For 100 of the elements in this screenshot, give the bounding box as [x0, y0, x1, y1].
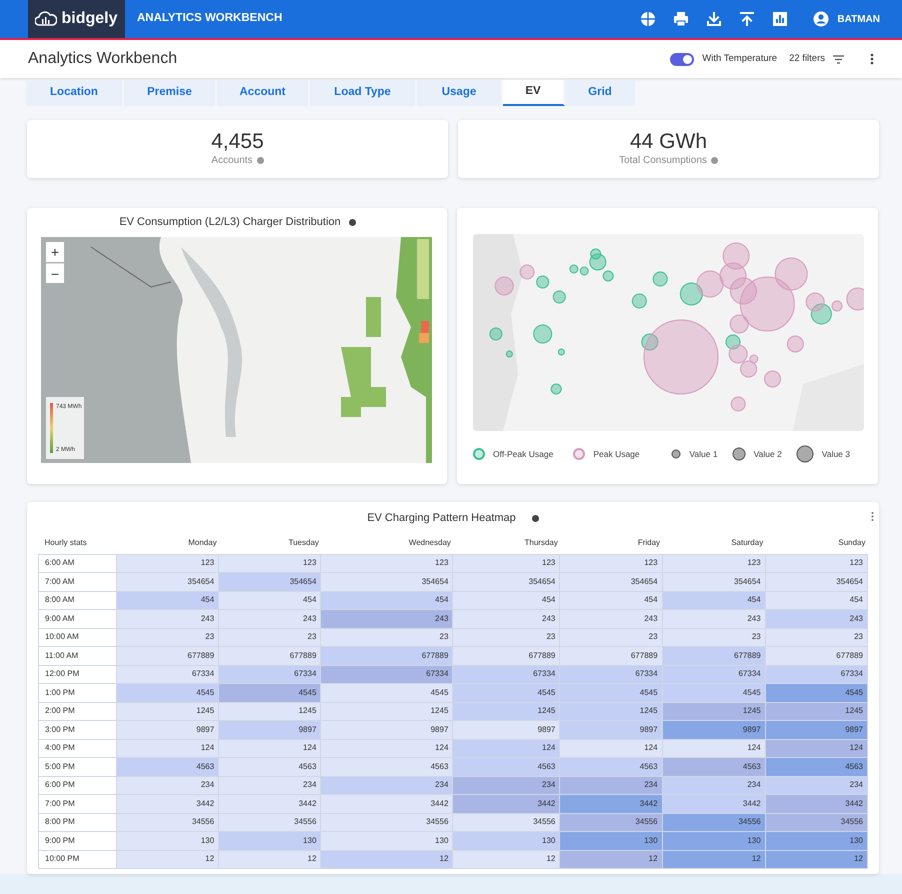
heatmap-cell: 243 [560, 610, 662, 628]
heatmap-cell: 123 [765, 554, 868, 572]
toggle-label: With Temperature [702, 52, 778, 66]
kpi-value: 4,455 [210, 130, 265, 154]
tab[interactable]: Load Type [310, 80, 417, 106]
row-label: 7:00 PM [38, 794, 116, 813]
heatmap-cell: 1245 [560, 702, 662, 720]
heatmap-cell: 677889 [218, 646, 321, 665]
heatmap-cell: 677889 [452, 646, 560, 665]
heatmap-cell: 4563 [320, 758, 453, 776]
heatmap-cell: 3442 [218, 794, 321, 813]
user-name[interactable]: BATMAN [837, 12, 880, 26]
heatmap-cell: 67334 [560, 665, 662, 684]
info-icon[interactable] [532, 514, 539, 522]
heatmap-cell: 34556 [116, 813, 219, 832]
heatmap-cell: 9897 [218, 720, 321, 739]
heatmap-cell: 677889 [765, 646, 868, 665]
filters-count[interactable]: 22 filters [789, 52, 825, 66]
heatmap-cell: 130 [116, 832, 219, 850]
heatmap-cell: 234 [116, 776, 219, 794]
heatmap-cell: 3442 [116, 794, 219, 813]
tab[interactable]: Usage [417, 80, 503, 106]
more-icon[interactable] [871, 512, 874, 521]
legend-label: Off-Peak Usage [493, 448, 554, 460]
heatmap-cell: 1245 [320, 702, 453, 720]
heatmap-cell: 12 [765, 850, 868, 868]
info-icon[interactable] [348, 218, 356, 226]
heatmap-cell: 4563 [765, 758, 868, 776]
column-header: Thursday [452, 536, 560, 554]
row-label: 4:00 PM [38, 739, 116, 758]
tab[interactable]: EV [503, 80, 565, 106]
heatmap-cell: 354654 [116, 572, 219, 591]
row-label: 10:00 AM [38, 628, 116, 646]
heatmap-cell: 124 [662, 739, 766, 758]
heatmap-cell: 34556 [320, 813, 453, 832]
zoom-in-button[interactable]: + [46, 242, 64, 262]
tab[interactable]: Grid [565, 80, 637, 106]
kpi-label: Accounts [211, 154, 253, 168]
heatmap-cell: 354654 [662, 572, 766, 591]
heatmap-cell: 9897 [560, 720, 662, 739]
heatmap-cell: 34556 [218, 813, 321, 832]
heatmap-cell: 677889 [320, 646, 453, 665]
heatmap-cell: 34556 [765, 813, 868, 832]
globe-icon[interactable] [640, 11, 656, 27]
heatmap-cell: 354654 [452, 572, 560, 591]
heatmap-cell: 23 [765, 628, 868, 646]
heatmap-cell: 234 [320, 776, 453, 794]
print-icon[interactable] [673, 11, 690, 27]
chart-icon[interactable] [772, 11, 788, 27]
heatmap-cell: 23 [320, 628, 453, 646]
row-label: 2:00 PM [38, 702, 116, 720]
temperature-toggle[interactable] [670, 52, 694, 66]
tab[interactable]: Location [26, 80, 124, 106]
heatmap-cell: 4563 [662, 758, 766, 776]
heatmap-cell: 123 [452, 554, 560, 572]
column-header: Tuesday [218, 536, 321, 554]
heatmap-cell: 23 [452, 628, 560, 646]
heatmap-cell: 354654 [320, 572, 453, 591]
bidgely-logo[interactable]: bidgely [28, 0, 125, 38]
heatmap-cell: 123 [218, 554, 321, 572]
heatmap-cell: 243 [218, 610, 321, 628]
upload-icon[interactable] [739, 11, 756, 27]
heatmap-cell: 234 [452, 776, 560, 794]
heatmap-cell: 9897 [452, 720, 560, 739]
heatmap-cell: 243 [662, 610, 766, 628]
download-icon[interactable] [706, 11, 722, 27]
zoom-out-button[interactable]: − [46, 263, 64, 283]
heatmap-cell: 1245 [452, 702, 560, 720]
heatmap-cell: 4545 [452, 684, 560, 702]
column-header: Saturday [662, 536, 766, 554]
heatmap-cell: 67334 [765, 665, 868, 684]
heatmap-cell: 12 [662, 850, 766, 868]
heatmap-cell: 454 [116, 591, 219, 610]
row-label: 8:00 AM [38, 591, 116, 610]
heatmap-cell: 677889 [560, 646, 662, 665]
heatmap-cell: 23 [560, 628, 662, 646]
heatmap-cell: 234 [765, 776, 868, 794]
heatmap-cell: 234 [662, 776, 766, 794]
heatmap-cell: 234 [560, 776, 662, 794]
heatmap-cell: 243 [116, 610, 219, 628]
heatmap-cell: 130 [320, 832, 453, 850]
more-icon[interactable] [870, 53, 874, 65]
heatmap-cell: 123 [320, 554, 453, 572]
heatmap-cell: 9897 [662, 720, 766, 739]
heatmap-cell: 67334 [662, 665, 766, 684]
filter-icon[interactable] [833, 54, 844, 64]
heatmap-cell: 354654 [765, 572, 868, 591]
user-icon[interactable] [813, 11, 830, 27]
heatmap-cell: 1245 [218, 702, 321, 720]
heatmap-cell: 9897 [765, 720, 868, 739]
column-header: Sunday [765, 536, 868, 554]
heatmap-cell: 23 [218, 628, 321, 646]
row-label: 5:00 PM [38, 758, 116, 776]
tab[interactable]: Account [217, 80, 310, 106]
heatmap-cell: 354654 [560, 572, 662, 591]
heatmap-cell: 3442 [560, 794, 662, 813]
row-label: 9:00 PM [38, 832, 116, 850]
tab[interactable]: Premise [124, 80, 217, 106]
legend-label: Peak Usage [593, 448, 640, 460]
heatmap-cell: 67334 [116, 665, 219, 684]
